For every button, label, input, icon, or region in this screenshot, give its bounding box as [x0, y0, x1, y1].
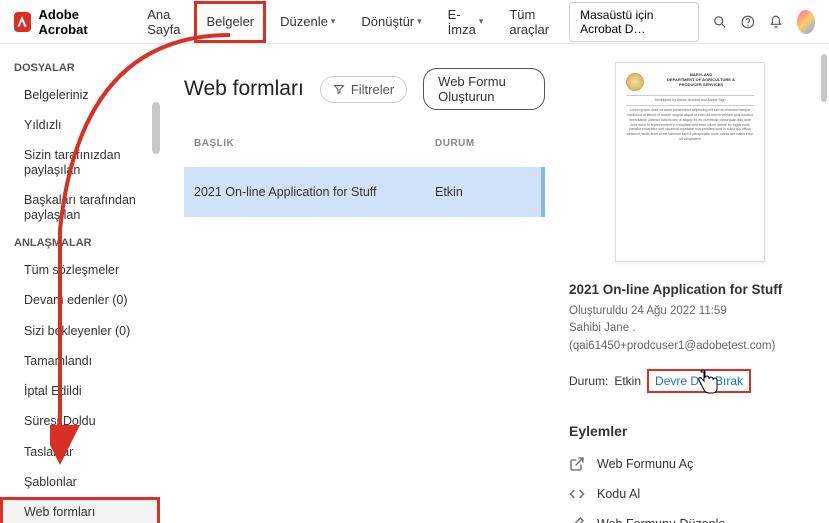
code-icon	[569, 486, 585, 502]
top-bar: Adobe Acrobat Ana Sayfa Belgeler Düzenle…	[0, 0, 829, 44]
user-avatar[interactable]	[797, 10, 815, 34]
disable-link[interactable]: Devre Dışı Bırak	[647, 369, 751, 393]
row-status: Etkin	[435, 185, 535, 199]
chevron-down-icon: ▾	[479, 16, 484, 27]
chevron-down-icon: ▾	[331, 16, 336, 27]
sidebar-section-files: DOSYALAR	[0, 56, 160, 80]
action-edit-label: Web Formunu Düzenle	[597, 517, 725, 523]
preview-title-text: MARYLANDDEPARTMENT OF AGRICULTURE &PRODU…	[648, 73, 754, 87]
nav-edit[interactable]: Düzenle▾	[268, 1, 347, 43]
sidebar-item-expired[interactable]: Süresi Doldu	[0, 406, 160, 436]
search-icon[interactable]	[713, 13, 727, 31]
filter-label: Filtreler	[351, 82, 394, 97]
status-label: Durum:	[569, 374, 608, 388]
external-link-icon	[569, 456, 585, 472]
nav-home[interactable]: Ana Sayfa	[135, 1, 192, 43]
sidebar-section-agreements: ANLAŞMALAR	[0, 231, 160, 255]
sidebar-item-waiting-you[interactable]: Sizi bekleyenler (0)	[0, 316, 160, 346]
details-panel: MARYLANDDEPARTMENT OF AGRICULTURE &PRODU…	[569, 44, 829, 523]
create-web-form-button[interactable]: Web Formu Oluşturun	[423, 68, 545, 110]
sidebar-item-shared-by-others[interactable]: Başkaları tarafından paylaşılan	[0, 186, 160, 231]
table-row[interactable]: 2021 On-line Application for Stuff Etkin	[184, 167, 545, 217]
sidebar: DOSYALAR Belgeleriniz Yıldızlı Sizin tar…	[0, 44, 160, 523]
main-content: Web formları Filtreler Web Formu Oluştur…	[160, 44, 569, 523]
detail-created: Oluşturuldu 24 Ağu 2022 11:59	[569, 303, 811, 320]
nav-all-tools[interactable]: Tüm araçlar	[497, 1, 561, 43]
status-value: Etkin	[614, 374, 641, 388]
sidebar-item-web-forms[interactable]: Web formları	[0, 497, 160, 523]
column-title-header: BAŞLIK	[194, 138, 435, 149]
sidebar-item-your-docs[interactable]: Belgeleriniz	[0, 80, 160, 110]
desktop-acrobat-button[interactable]: Masaüstü için Acrobat D…	[569, 2, 699, 42]
action-code-label: Kodu Al	[597, 487, 640, 501]
page-title: Web formları	[184, 77, 304, 101]
notification-bell-icon[interactable]	[769, 13, 783, 31]
sidebar-item-completed[interactable]: Tamamlandı	[0, 346, 160, 376]
nav-convert[interactable]: Dönüştür▾	[349, 1, 433, 43]
sidebar-item-shared-by-you[interactable]: Sizin tarafınızdan paylaşılan	[0, 141, 160, 186]
nav-edit-label: Düzenle	[280, 14, 328, 29]
nav-documents[interactable]: Belgeler	[194, 1, 266, 43]
detail-owner: Sahibi Jane .	[569, 320, 811, 337]
table-header: BAŞLIK DURUM	[184, 128, 545, 159]
document-preview[interactable]: MARYLANDDEPARTMENT OF AGRICULTURE &PRODU…	[615, 62, 765, 262]
action-get-code[interactable]: Kodu Al	[569, 479, 811, 509]
filter-icon	[333, 83, 345, 95]
detail-email: (qai61450+prodcuser1@adobetest.com)	[569, 338, 811, 355]
help-icon[interactable]	[741, 13, 755, 31]
column-status-header: DURUM	[435, 138, 535, 149]
acrobat-logo-icon	[14, 12, 31, 32]
chevron-down-icon: ▾	[417, 16, 422, 27]
filter-button[interactable]: Filtreler	[320, 76, 407, 103]
preview-body-text: Developed by Adobe Acrobat and Adobe Sig…	[626, 98, 754, 103]
sidebar-item-templates[interactable]: Şablonlar	[0, 467, 160, 497]
nav-esign[interactable]: E-İmza▾	[436, 1, 496, 43]
actions-heading: Eylemler	[569, 423, 811, 439]
sidebar-item-all-agreements[interactable]: Tüm sözleşmeler	[0, 255, 160, 285]
seal-icon	[626, 73, 644, 91]
action-edit-web-form[interactable]: Web Formunu Düzenle	[569, 509, 811, 523]
nav-esign-label: E-İmza	[448, 7, 476, 37]
sidebar-item-starred[interactable]: Yıldızlı	[0, 110, 160, 140]
brand-name: Adobe Acrobat	[39, 7, 116, 37]
sidebar-scrollbar[interactable]	[152, 102, 160, 154]
sidebar-item-cancelled[interactable]: İptal Edildi	[0, 376, 160, 406]
sidebar-item-in-progress[interactable]: Devam edenler (0)	[0, 285, 160, 315]
action-open-label: Web Formunu Aç	[597, 457, 693, 471]
action-open-web-form[interactable]: Web Formunu Aç	[569, 449, 811, 479]
details-scrollbar[interactable]	[821, 54, 827, 102]
main-nav: Ana Sayfa Belgeler Düzenle▾ Dönüştür▾ E-…	[135, 1, 561, 43]
sidebar-item-drafts[interactable]: Taslaklar	[0, 437, 160, 467]
row-title: 2021 On-line Application for Stuff	[194, 185, 435, 199]
edit-icon	[569, 516, 585, 523]
detail-title: 2021 On-line Application for Stuff	[569, 282, 811, 297]
nav-convert-label: Dönüştür	[361, 14, 414, 29]
